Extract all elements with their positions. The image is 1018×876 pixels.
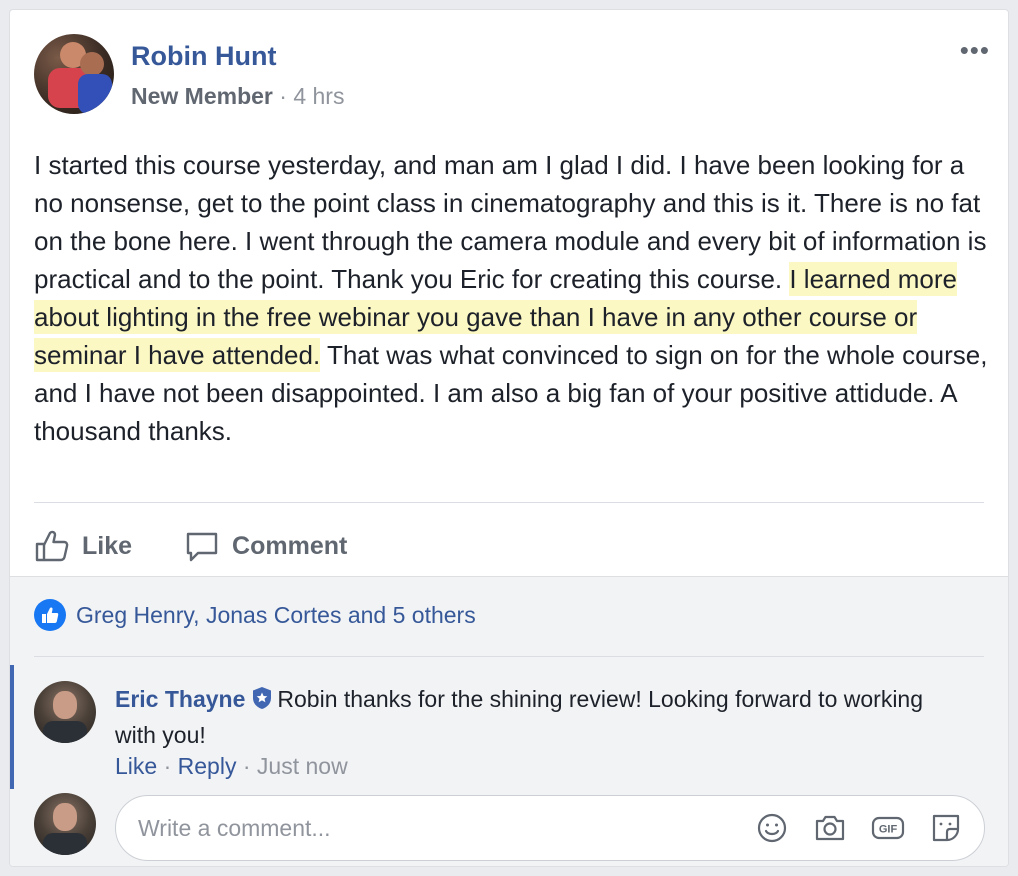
actions-divider [34, 502, 984, 503]
emoji-icon[interactable] [754, 810, 790, 846]
comment-meta: Like · Reply · Just now [115, 753, 348, 780]
like-button[interactable]: Like [34, 528, 132, 564]
camera-icon[interactable] [812, 810, 848, 846]
comments-section: Greg Henry, Jonas Cortes and 5 others Er… [10, 576, 1008, 866]
comment-input[interactable] [138, 796, 728, 860]
member-role: New Member [131, 83, 273, 109]
post-card: Robin Hunt New Member · 4 hrs ••• I star… [9, 9, 1009, 867]
comment-reply-link[interactable]: Reply [178, 753, 237, 779]
like-reaction-icon [34, 599, 66, 631]
meta-separator: · [272, 83, 294, 109]
reactions-names[interactable]: Greg Henry, Jonas Cortes and 5 others [76, 602, 476, 629]
comment-meta-dot: · [157, 753, 178, 779]
current-user-avatar [34, 793, 96, 855]
comment-composer[interactable]: GIF [115, 795, 985, 861]
post-body: I started this course yesterday, and man… [34, 146, 994, 450]
gif-icon[interactable]: GIF [870, 810, 906, 846]
comment-bubble-icon [184, 528, 220, 564]
like-label: Like [82, 531, 133, 560]
more-options-icon[interactable]: ••• [960, 37, 990, 63]
commenter-avatar[interactable] [34, 681, 96, 743]
post-actions: Like Comment [34, 518, 347, 574]
reactions-summary[interactable]: Greg Henry, Jonas Cortes and 5 others [34, 599, 476, 631]
comment-like-link[interactable]: Like [115, 753, 157, 779]
author-name[interactable]: Robin Hunt [131, 41, 276, 72]
sticker-icon[interactable] [928, 810, 964, 846]
verified-badge-icon [251, 686, 273, 719]
composer-icons: GIF [754, 810, 964, 846]
comment-highlight-bar [10, 665, 14, 789]
thumbs-up-icon [34, 528, 70, 564]
comments-divider [34, 656, 984, 657]
post-time[interactable]: 4 hrs [293, 83, 344, 109]
author-avatar[interactable] [34, 34, 114, 114]
post-meta: New Member · 4 hrs [131, 83, 344, 110]
comment-button[interactable]: Comment [184, 528, 347, 564]
comment-meta-dot: · [236, 753, 257, 779]
comment-time[interactable]: Just now [257, 753, 348, 779]
comment-label: Comment [232, 531, 348, 560]
svg-text:GIF: GIF [879, 824, 898, 836]
comment: Eric Thayne Robin thanks for the shining … [115, 683, 945, 752]
comment-author[interactable]: Eric Thayne [115, 686, 245, 712]
